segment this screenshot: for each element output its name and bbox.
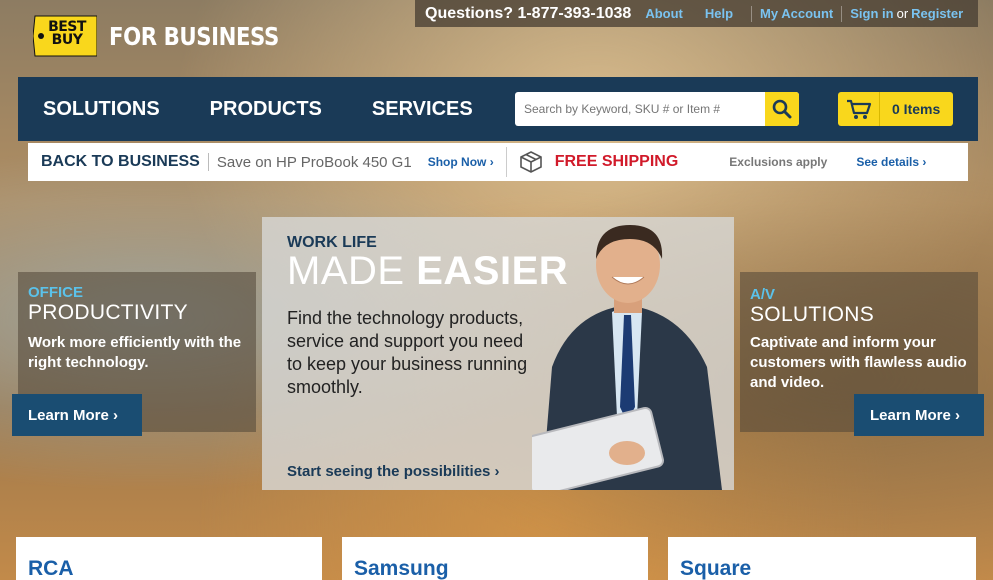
hero-title-bold: EASIER bbox=[416, 249, 569, 293]
card-kicker: OFFICE bbox=[28, 284, 83, 301]
see-details-link[interactable]: See details › bbox=[856, 155, 926, 169]
divider bbox=[751, 5, 753, 22]
hero-cta-link[interactable]: Start seeing the possibilities › bbox=[287, 463, 500, 480]
about-link[interactable]: About bbox=[645, 6, 683, 21]
hero-banner: WORK LIFE MADE EASIER Find the technolog… bbox=[262, 217, 734, 490]
brand-card-title: Square bbox=[680, 557, 752, 580]
learn-more-button-right[interactable]: Learn More › bbox=[854, 394, 984, 436]
hero-body: Find the technology products, service an… bbox=[287, 308, 528, 397]
sign-in-link[interactable]: Sign in bbox=[850, 6, 893, 21]
main-nav: SOLUTIONS PRODUCTS SERVICES 0 Items bbox=[18, 77, 978, 141]
divider bbox=[841, 5, 843, 22]
card-body: Captivate and inform your customers with… bbox=[750, 334, 967, 391]
search-button[interactable] bbox=[765, 92, 799, 126]
free-shipping-label: FREE SHIPPING bbox=[554, 153, 679, 170]
divider bbox=[207, 153, 209, 171]
box-icon bbox=[519, 151, 542, 173]
back-to-business-label: BACK TO BUSINESS bbox=[41, 153, 200, 170]
promo-bar: BACK TO BUSINESS Save on HP ProBook 450 … bbox=[28, 143, 968, 181]
learn-more-button-left[interactable]: Learn More › bbox=[12, 394, 142, 436]
utility-bar: Questions? 1-877-393-1038 About Help My … bbox=[415, 0, 978, 27]
brand-card-title: Samsung bbox=[354, 557, 449, 580]
nav-solutions[interactable]: SOLUTIONS bbox=[43, 98, 160, 121]
hero-title-light: MADE bbox=[287, 249, 405, 293]
search-input[interactable] bbox=[515, 92, 765, 126]
or-text: or bbox=[896, 6, 909, 21]
search-box bbox=[515, 92, 799, 126]
nav-products[interactable]: PRODUCTS bbox=[210, 98, 322, 121]
divider bbox=[505, 147, 507, 177]
search-icon bbox=[772, 99, 792, 119]
nav-services[interactable]: SERVICES bbox=[372, 98, 473, 121]
hero-title: MADE EASIER bbox=[287, 249, 568, 294]
register-link[interactable]: Register bbox=[911, 6, 963, 21]
brand-card-rca[interactable]: RCA bbox=[16, 537, 322, 580]
cart-icon bbox=[846, 99, 871, 119]
help-link[interactable]: Help bbox=[705, 6, 733, 21]
exclusions-text: Exclusions apply bbox=[729, 155, 828, 169]
cart-button[interactable]: 0 Items bbox=[838, 92, 953, 126]
card-title: SOLUTIONS bbox=[750, 303, 875, 326]
cart-count: 0 Items bbox=[892, 101, 941, 117]
card-body: Work more efficiently with the right tec… bbox=[28, 334, 242, 371]
card-kicker: A/V bbox=[750, 286, 776, 303]
shop-now-link[interactable]: Shop Now › bbox=[428, 155, 494, 169]
brand-card-title: RCA bbox=[28, 557, 74, 580]
logo-text: BEST BUY bbox=[48, 19, 86, 48]
best-buy-tag-logo: BEST BUY bbox=[33, 14, 97, 58]
support-phone: Questions? 1-877-393-1038 bbox=[425, 4, 632, 22]
card-title: PRODUCTIVITY bbox=[28, 301, 188, 324]
brand-logo[interactable]: BEST BUY FOR BUSINESS bbox=[33, 14, 309, 58]
brand-card-samsung[interactable]: Samsung bbox=[342, 537, 648, 580]
brand-card-square[interactable]: Square bbox=[668, 537, 976, 580]
promo-text: Save on HP ProBook 450 G1 bbox=[216, 153, 412, 171]
for-business-label: FOR BUSINESS bbox=[109, 21, 279, 51]
my-account-link[interactable]: My Account bbox=[760, 6, 833, 21]
